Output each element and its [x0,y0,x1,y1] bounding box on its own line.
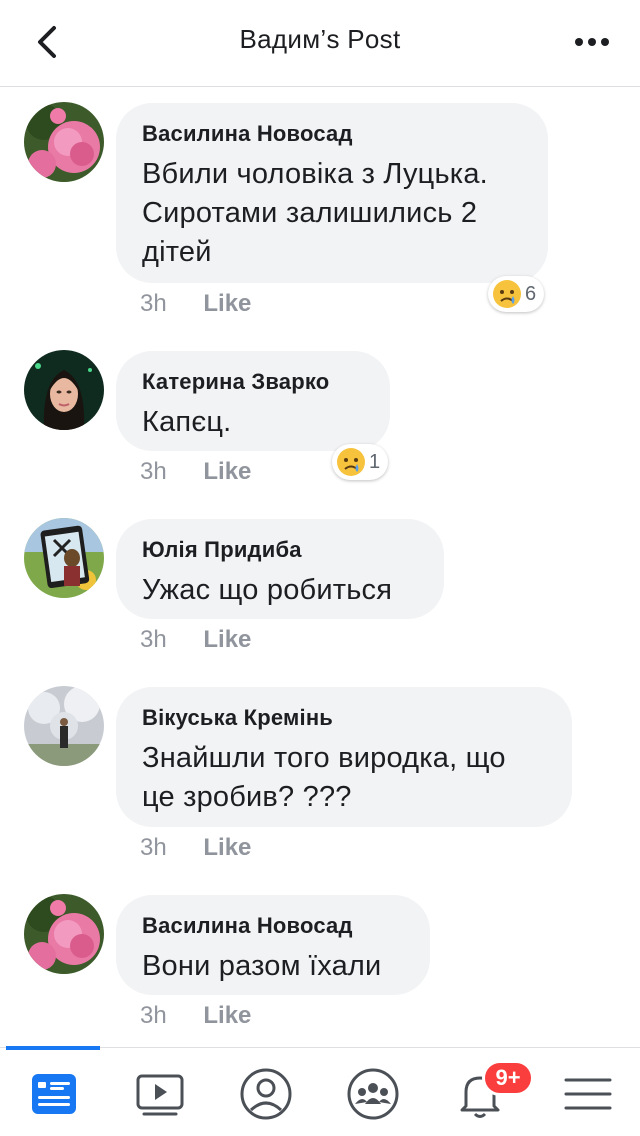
video-play-icon [136,1074,184,1116]
tab-profile[interactable] [238,1066,294,1122]
like-button[interactable]: Like [203,290,251,318]
reaction-summary[interactable]: 6 [488,276,545,312]
tab-menu[interactable] [560,1066,616,1122]
comment-bubble[interactable]: Вікуська Кремінь Знайшли того виродка, щ… [116,687,572,827]
commenter-name[interactable]: Василина Новосад [142,121,522,147]
comment-time: 3h [140,290,167,317]
comment-time: 3h [140,834,167,861]
comment-text: Знайшли того виродка, що це зробив? ??? [142,742,506,813]
news-feed-icon [32,1074,76,1114]
comment-meta: 3h Like [140,834,251,862]
page-title: Вадим’s Post [239,24,401,54]
reaction-count: 6 [525,282,537,305]
comment-meta: 3h Like [140,1002,251,1030]
groups-icon [347,1068,399,1120]
like-button[interactable]: Like [203,1002,251,1030]
comment-text: Вбили чоловіка з Луцька. Сиротами залиши… [142,158,488,268]
like-button[interactable]: Like [203,626,251,654]
commenter-name[interactable]: Василина Новосад [142,913,404,939]
reaction-summary[interactable]: 1 [332,444,389,480]
comment-bubble[interactable]: Василина Новосад Вони разом їхали [116,895,430,995]
comment-text: Вони разом їхали [142,950,382,982]
bottom-tab-bar: 9+ [0,1046,640,1136]
like-button[interactable]: Like [203,458,251,486]
comment-bubble[interactable]: Юлія Придиба Ужас що робиться [116,519,444,619]
comment-time: 3h [140,1002,167,1029]
commenter-name[interactable]: Юлія Придиба [142,537,418,563]
tab-watch[interactable] [132,1066,188,1122]
avatar[interactable] [24,894,104,974]
tab-news-feed[interactable] [26,1066,82,1122]
active-tab-indicator [6,1046,100,1050]
reaction-count: 1 [369,450,381,473]
more-options-icon[interactable] [574,24,610,60]
comment-text: Ужас що робиться [142,574,393,606]
avatar[interactable] [24,686,104,766]
comment-meta: 3h Like [140,626,251,654]
comment-time: 3h [140,458,167,485]
sad-reaction-icon [337,448,365,476]
avatar[interactable] [24,518,104,598]
hamburger-menu-icon [564,1078,612,1110]
commenter-name[interactable]: Вікуська Кремінь [142,705,546,731]
comment-bubble[interactable]: Катерина Зварко Капєц. [116,351,390,451]
tab-groups[interactable] [345,1066,401,1122]
comment-text: Капєц. [142,406,232,438]
notifications-badge: 9+ [482,1060,534,1096]
avatar[interactable] [24,350,104,430]
top-bar: Вадим’s Post [0,0,640,87]
comment-bubble[interactable]: Василина Новосад Вбили чоловіка з Луцька… [116,103,548,283]
commenter-name[interactable]: Катерина Зварко [142,369,364,395]
like-button[interactable]: Like [203,834,251,862]
profile-icon [240,1068,292,1120]
comment-time: 3h [140,626,167,653]
comment-meta: 3h Like [140,458,251,486]
comment-meta: 3h Like [140,290,251,318]
sad-reaction-icon [493,280,521,308]
avatar[interactable] [24,102,104,182]
